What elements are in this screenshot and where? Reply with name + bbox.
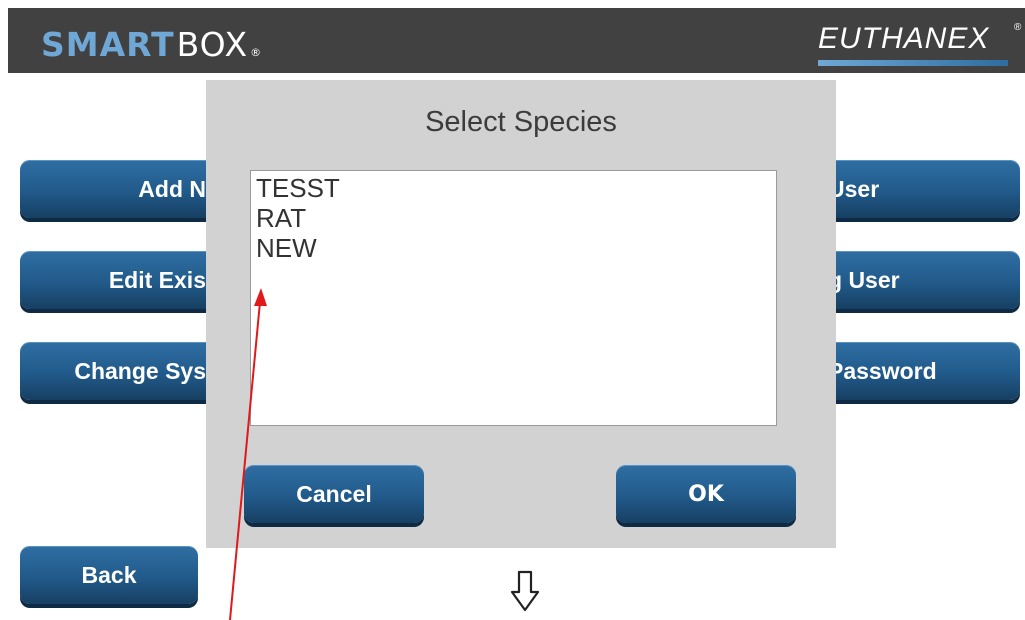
add-new-user-button[interactable]: Add N [20,160,220,218]
smartbox-logo: SMART BOX ® [41,25,262,65]
logo-smart-text: SMART [41,25,175,64]
add-new-user-label: Add N [138,175,206,202]
edit-existing-user-label: Edit Exis [108,266,206,293]
select-species-dialog: Select Species TESST RAT NEW Cancel OK [206,80,836,548]
dialog-title: Select Species [425,106,617,138]
right-user-button[interactable]: User [820,160,1020,218]
species-listbox[interactable]: TESST RAT NEW [250,170,777,426]
euthanex-registered-mark: ® [1014,22,1022,33]
species-item-rat[interactable]: RAT [251,203,340,233]
euthanex-logo: EUTHANEX ® [818,22,1023,70]
change-system-button[interactable]: Change Sys [20,342,220,400]
smartbox-screen: SMART BOX ® EUTHANEX ® Add N Edit Exis C… [0,0,1025,620]
species-item-tesst[interactable]: TESST [251,173,340,203]
species-item-new[interactable]: NEW [251,233,340,263]
ok-button-label: OK [688,481,724,507]
euthanex-wordmark: EUTHANEX [818,22,990,55]
change-system-label: Change Sys [74,357,206,384]
edit-existing-user-button[interactable]: Edit Exis [20,251,220,309]
change-password-label: Password [828,357,937,384]
back-button[interactable]: Back [20,546,198,604]
right-existing-user-label: g User [828,266,900,293]
cancel-button[interactable]: Cancel [244,465,424,523]
logo-registered-mark: ® [250,46,263,59]
change-password-button[interactable]: Password [820,342,1020,400]
app-header: SMART BOX ® EUTHANEX ® [8,8,1025,73]
down-arrow-icon[interactable] [510,570,540,612]
logo-box-text: BOX [176,25,249,64]
back-button-label: Back [81,561,137,588]
euthanex-underline [818,60,1008,66]
species-list: TESST RAT NEW [251,173,340,263]
right-existing-user-button[interactable]: g User [820,251,1020,309]
ok-button[interactable]: OK [616,465,796,523]
cancel-button-label: Cancel [296,480,372,507]
